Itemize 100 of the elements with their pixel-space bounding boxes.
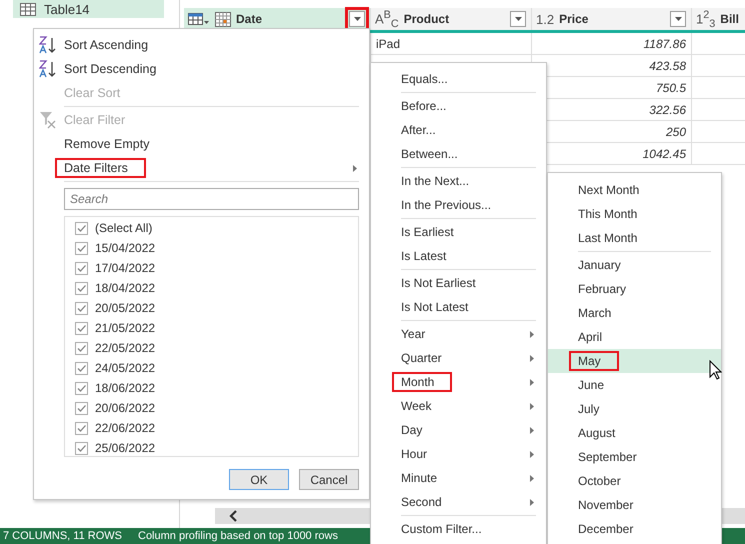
menu-item[interactable]: Between... [371,142,546,166]
column-header[interactable]: Date [184,8,371,30]
value-checkbox[interactable]: 22/05/2022 [75,338,358,358]
menu-item[interactable]: Equals... [371,67,546,91]
menu-item[interactable]: January [548,253,721,277]
highlight-frame: Year [392,324,444,344]
menu-item[interactable]: In the Next... [371,169,546,193]
table-cell: 1042.45 [642,146,686,160]
highlight-frame: Is Not Latest [392,297,486,317]
highlight-frame: Day [392,420,440,440]
value-checkbox[interactable]: 20/05/2022 [75,298,358,318]
menu-item[interactable]: March [548,301,721,325]
menu-item[interactable]: Week [371,394,546,418]
menu-item[interactable]: Second [371,490,546,514]
ok-button[interactable]: OK [229,469,289,490]
menu-item[interactable]: Is Latest [371,244,546,268]
menu-item[interactable]: Minute [371,466,546,490]
highlight-frame: July [569,399,618,419]
highlight-frame: Custom Filter... [392,519,500,539]
column-label: Bill [720,12,740,26]
clear-filter-icon [39,111,57,129]
highlight-frame: Remove Empty [55,134,168,154]
menu-item[interactable]: Before... [371,94,546,118]
value-checkbox[interactable]: 22/06/2022 [75,418,358,438]
value-checkbox[interactable]: 18/06/2022 [75,378,358,398]
highlight-frame: Minute [392,468,456,488]
column-label: Price [559,12,590,26]
checkbox[interactable] [75,402,88,414]
menu-item[interactable]: November [548,493,721,517]
column-label: Product [404,12,450,26]
caret-icon [674,17,682,21]
menu-item[interactable]: February [548,277,721,301]
highlight-frame: September [569,447,655,467]
value-checkbox[interactable]: 24/05/2022 [75,358,358,378]
table-menu-icon[interactable] [188,12,210,26]
query-item[interactable]: Table14 [13,0,164,18]
highlight-frame: Date Filters [55,158,146,178]
highlight-frame: This Month [569,204,656,224]
checkbox[interactable] [75,302,88,314]
menu-item[interactable]: This Month [548,202,721,226]
menu-item[interactable]: June [548,373,721,397]
highlight-frame: January [569,255,639,275]
status-text: Column profiling based on top 1000 rows [138,530,338,542]
highlight-frame: Between... [392,144,476,164]
menu-item[interactable]: Remove Empty [34,132,369,156]
menu-item[interactable]: In the Previous... [371,193,546,217]
menu-item[interactable]: Sort Descending [34,57,369,81]
highlight-frame: Is Earliest [392,222,472,242]
menu-item[interactable]: April [548,325,721,349]
menu-item[interactable]: Next Month [548,178,721,202]
menu-item[interactable]: Last Month [548,226,721,250]
menu-item[interactable]: September [548,445,721,469]
checkbox[interactable] [75,242,88,254]
highlight-frame: Equals... [392,69,466,89]
value-checkbox[interactable]: 15/04/2022 [75,238,358,258]
checkbox[interactable] [75,322,88,334]
menu-item[interactable]: Date Filters [34,156,369,180]
value-checkbox[interactable]: 21/05/2022 [75,318,358,338]
value-checkbox[interactable]: 17/04/2022 [75,258,358,278]
caret-icon [514,17,522,21]
menu-item[interactable]: Is Earliest [371,220,546,244]
highlight-frame: Sort Ascending [55,35,166,55]
checkbox[interactable] [75,362,88,374]
checkbox[interactable] [75,342,88,354]
highlight-frame: August [569,423,634,443]
menu-item[interactable]: Sort Ascending [34,33,369,57]
menu-item[interactable]: Year [371,322,546,346]
menu-item[interactable]: Day [371,418,546,442]
menu-item[interactable]: May [548,349,721,373]
highlight-frame: March [569,303,630,323]
value-checkbox[interactable]: 20/06/2022 [75,398,358,418]
menu-item[interactable]: Custom Filter... [371,517,546,541]
sort-ascending-icon [39,36,57,54]
table-cell: iPad [376,36,400,50]
menu-item[interactable]: August [548,421,721,445]
menu-item[interactable]: Is Not Earliest [371,271,546,295]
menu-item[interactable]: Quarter [371,346,546,370]
menu-item[interactable]: Hour [371,442,546,466]
menu-item[interactable]: Month [371,370,546,394]
menu-item[interactable]: Is Not Latest [371,295,546,319]
checkbox[interactable] [75,422,88,434]
value-checkbox[interactable]: 18/04/2022 [75,278,358,298]
menu-item[interactable]: October [548,469,721,493]
table-icon [20,2,36,16]
menu-item[interactable]: July [548,397,721,421]
highlight-frame: Sort Descending [55,59,174,79]
checkbox[interactable] [75,442,88,454]
checkbox[interactable] [75,222,88,234]
highlight-frame: June [569,375,622,395]
column-header[interactable]: 1.2 Price [532,8,692,30]
cancel-button[interactable]: Cancel [299,469,359,490]
value-checkbox[interactable]: (Select All) [75,218,358,238]
menu-item[interactable]: December [548,517,721,541]
checkbox[interactable] [75,262,88,274]
menu-item[interactable]: After... [371,118,546,142]
value-checkbox[interactable]: 25/06/2022 [75,438,358,458]
checkbox[interactable] [75,282,88,294]
search-field[interactable]: Search [64,188,359,210]
checkbox[interactable] [75,382,88,394]
scroll-left-icon[interactable] [228,510,238,522]
